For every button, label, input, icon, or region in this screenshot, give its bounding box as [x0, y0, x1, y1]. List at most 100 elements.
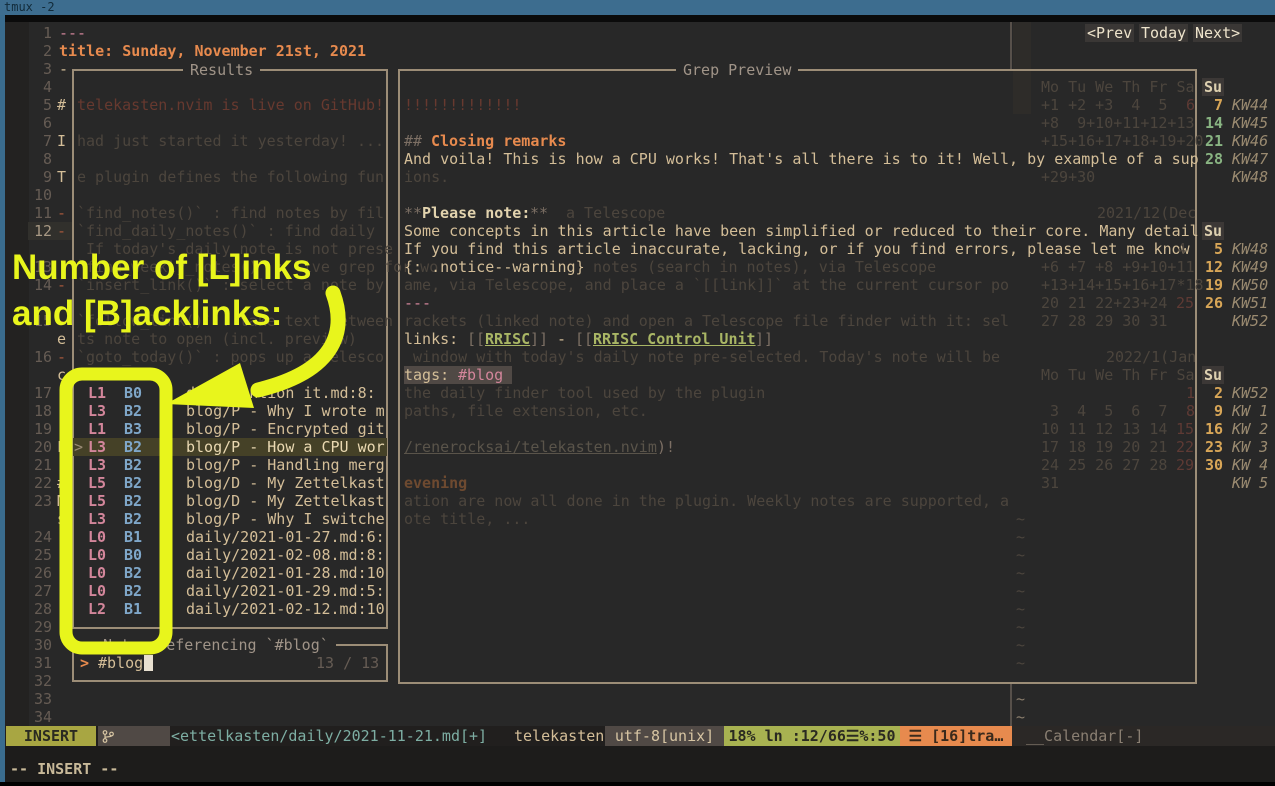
result-row[interactable]: L3B2⬇blog/P - Handling merg — [73, 456, 387, 474]
buffer-text: ** — [404, 204, 422, 222]
calendar-day[interactable]: 14 — [1205, 114, 1223, 132]
buffer-text: - — [59, 60, 68, 78]
calendar-day[interactable]: 23 — [1205, 438, 1223, 456]
line-number: 18 — [22, 402, 52, 420]
backlinks-count: B3 — [124, 420, 142, 438]
calendar-week-label: KW46 — [1232, 132, 1268, 150]
empty-line-marker: ~ — [1016, 564, 1025, 582]
calendar-day: 22 — [1176, 438, 1194, 456]
empty-line-marker: ~ — [1016, 690, 1025, 708]
calendar-day: 15 — [1176, 420, 1194, 438]
note-down-arrow-icon: ⬇ — [164, 492, 172, 510]
result-file-name: blog/P - Handling merg — [186, 456, 385, 474]
buffer-text: --- — [404, 294, 431, 312]
bleed-text: a Telescope — [566, 204, 665, 222]
bleed-text: +15+16+17+18+19+20 — [1041, 132, 1204, 150]
note-down-arrow-icon: ⬇ — [164, 528, 172, 546]
result-row[interactable]: L1B3⬇blog/P - Encrypted git — [73, 420, 387, 438]
line-number: 6 — [22, 114, 52, 132]
result-file-name: blog/P - Why I switche — [186, 510, 385, 528]
buffer-text: c — [57, 366, 66, 384]
calendar-day[interactable]: 2 — [1214, 384, 1223, 402]
line-number: 21 — [22, 456, 52, 474]
calendar-day[interactable]: 5 — [1214, 240, 1223, 258]
line-number: 4 — [22, 78, 52, 96]
result-row[interactable]: L2B1⬇daily/2021-02-12.md:10 — [73, 600, 387, 618]
bleed-text: evening — [404, 474, 467, 492]
buffer-text: M — [57, 492, 66, 510]
calendar-day[interactable]: 28 — [1205, 150, 1223, 168]
line-number: 34 — [22, 708, 52, 726]
result-row[interactable]: L5B2⬇blog/D - My Zettelkast — [73, 492, 387, 510]
calendar-week-label: KW 5 — [1232, 474, 1268, 492]
result-row[interactable]: L3B2⬇blog/P - Why I switche — [73, 510, 387, 528]
buffer-text: )! — [657, 438, 675, 456]
empty-line-marker: ~ — [1016, 636, 1025, 654]
buffer-text: ]] — [530, 330, 548, 348]
empty-line-marker: ~ — [1016, 510, 1025, 528]
buffer-text: {: .notice--warning} — [404, 258, 585, 276]
line-number: 26 — [22, 564, 52, 582]
line-number: 24 — [22, 528, 52, 546]
buffer-text: Please note: — [422, 204, 530, 222]
calendar-day[interactable]: 9 — [1214, 402, 1223, 420]
line-number: 8 — [22, 150, 52, 168]
calendar-week-label: KW 4 — [1232, 456, 1268, 474]
bleed-text: `find_daily_notes()` : find daily — [77, 222, 375, 240]
result-row[interactable]: L0B2⬇daily/2021-01-29.md:5: — [73, 582, 387, 600]
mode-indicator-segment: INSERT — [6, 726, 96, 746]
links-count: L5 — [88, 474, 106, 492]
bleed-text: `find_notes()` : find notes by fil — [77, 204, 384, 222]
calendar-day[interactable]: 19 — [1205, 276, 1223, 294]
result-row[interactable]: L0B0⬇daily/2021-02-08.md:8: — [73, 546, 387, 564]
links-count: L0 — [88, 582, 106, 600]
note-down-arrow-icon: ⬇ — [164, 600, 172, 618]
buffer-text: T — [57, 168, 66, 186]
result-row[interactable]: L3B2⬇blog/P - Why I wrote m — [73, 402, 387, 420]
line-number: 10 — [22, 186, 52, 204]
screen-edge — [0, 782, 1275, 786]
line-number: 12 — [22, 222, 52, 240]
result-row[interactable]: L5B2⬇blog/D - My Zettelkast — [73, 474, 387, 492]
calendar-day[interactable]: 12 — [1205, 258, 1223, 276]
buffer-text: - — [57, 402, 66, 420]
links-count: L3 — [88, 438, 106, 456]
backlinks-count: B2 — [124, 582, 142, 600]
note-link[interactable]: RRISC Control Unit — [593, 330, 756, 348]
result-file-name: daily/2021-01-28.md:10 — [186, 564, 385, 582]
note-down-arrow-icon: ⬇ — [164, 564, 172, 582]
bleed-text: e plugin defines the following fun — [77, 168, 384, 186]
calendar-day[interactable]: 7 — [1214, 96, 1223, 114]
bleed-text: `goto_today()` : pops up a Telesco — [77, 348, 384, 366]
bleed-text: 31 — [1041, 474, 1059, 492]
note-link[interactable]: /renerocksai/telekasten.nvim — [404, 438, 657, 456]
annotation-text-line1: Number of [L]inks — [12, 245, 311, 291]
calendar-day[interactable]: 21 — [1205, 132, 1223, 150]
result-file-name: daily/2021-02-08.md:8: — [186, 546, 385, 564]
bleed-text: 20 21 22+23+24 — [1041, 294, 1176, 312]
line-number: 31 — [22, 654, 52, 672]
calendar-week-label: KW45 — [1232, 114, 1268, 132]
result-row[interactable]: L0B1⬇daily/2021-01-27.md:6: — [73, 528, 387, 546]
result-file-name: do i mention it.md:8: — [186, 384, 376, 402]
bleed-text: +1 +2 +3 4 5 — [1041, 96, 1176, 114]
selection-caret: > — [74, 438, 83, 456]
bleed-text: Mo Tu We Th Fr Sa — [1041, 78, 1195, 96]
calendar-week-label: KW 1 — [1232, 402, 1268, 420]
calendar-day[interactable]: 26 — [1205, 294, 1223, 312]
result-row[interactable]: L0B2⬇daily/2021-01-28.md:10 — [73, 564, 387, 582]
note-link[interactable]: RRISC — [485, 330, 530, 348]
bleed-text: 27 28 29 30 31 — [1041, 312, 1167, 330]
calendar-day[interactable]: 30 — [1205, 456, 1223, 474]
backlinks-count: B2 — [124, 474, 142, 492]
calendar-day-header: Su — [1202, 222, 1224, 240]
buffer-text: [[ — [575, 330, 593, 348]
calendar-day[interactable]: 16 — [1205, 420, 1223, 438]
line-number: 5 — [22, 96, 52, 114]
bleed-text: 24 25 26 27 28 — [1041, 456, 1176, 474]
note-down-arrow-icon: ⬇ — [164, 510, 172, 528]
empty-line-marker: ~ — [1016, 546, 1025, 564]
buffer-text: #blog — [458, 366, 512, 384]
result-row[interactable]: >L3B2⬇blog/P - How a CPU wor — [73, 438, 387, 456]
result-row[interactable]: L1B0⬇do i mention it.md:8: — [73, 384, 387, 402]
